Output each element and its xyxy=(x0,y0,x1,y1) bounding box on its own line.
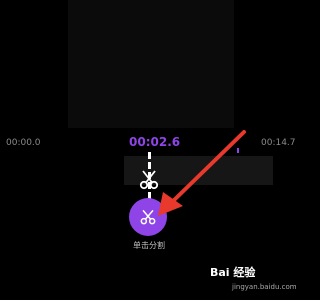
scissors-icon xyxy=(139,170,159,190)
split-button[interactable] xyxy=(129,198,167,236)
end-time: 00:14.7 xyxy=(261,138,296,148)
time-marker xyxy=(237,148,239,153)
watermark-url: jingyan.baidu.com xyxy=(232,283,297,291)
watermark: Bai 经验 jingyan.baidu.com xyxy=(210,264,298,294)
split-button-label: 单击分割 xyxy=(133,241,165,250)
start-time: 00:00.0 xyxy=(6,138,41,148)
current-time: 00:02.6 xyxy=(129,135,181,149)
scissors-icon xyxy=(140,209,156,225)
watermark-brand: Bai 经验 xyxy=(210,266,256,279)
video-preview xyxy=(68,0,234,128)
